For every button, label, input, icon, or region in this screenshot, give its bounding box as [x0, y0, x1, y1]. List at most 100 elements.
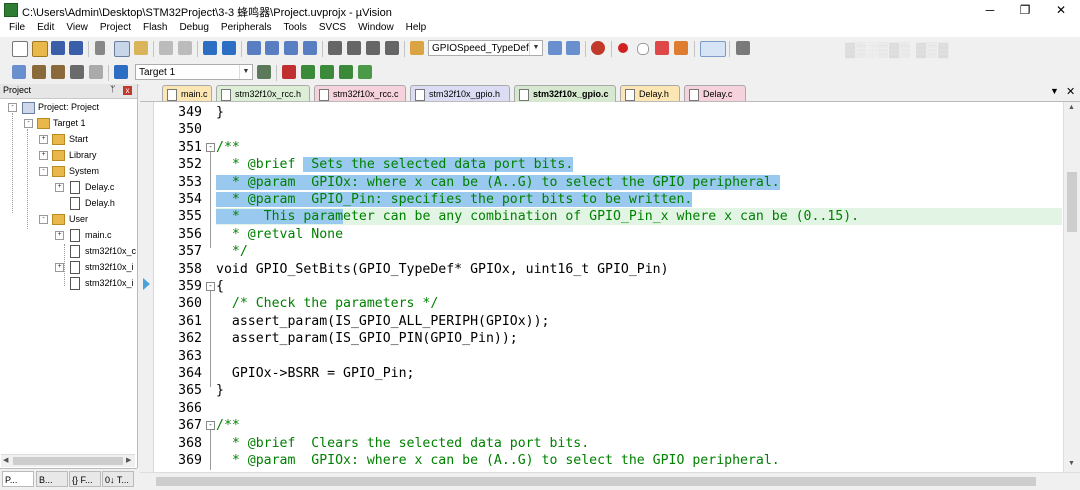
uncomment-icon[interactable]	[385, 41, 399, 55]
code-line-359[interactable]: {	[216, 278, 224, 295]
scroll-thumb[interactable]	[1067, 172, 1077, 232]
editor-vertical-scrollbar[interactable]: ▲ ▼	[1063, 102, 1080, 472]
tab-templates[interactable]: 0↓ T...	[102, 471, 134, 487]
unindent-icon[interactable]	[347, 41, 361, 55]
save-icon[interactable]	[51, 41, 65, 55]
expand-icon[interactable]: +	[55, 183, 64, 192]
manage-project-items-icon[interactable]	[301, 65, 315, 79]
chevron-down-icon[interactable]: ▼	[239, 65, 252, 79]
clear-bookmarks-icon[interactable]	[303, 41, 317, 55]
next-bookmark-icon[interactable]	[284, 41, 298, 55]
project-horizontal-scrollbar[interactable]: ◀ ▶	[1, 454, 135, 467]
pin-icon[interactable]: ᛘ	[110, 84, 115, 94]
comment-icon[interactable]	[366, 41, 380, 55]
save-all-icon[interactable]	[69, 41, 83, 55]
code-line-353[interactable]: * @param GPIOx: where x can be (A..G) to…	[216, 174, 780, 191]
copy-icon[interactable]	[114, 41, 130, 57]
bookmark-icon[interactable]	[247, 41, 261, 55]
close-panel-icon[interactable]: x	[123, 86, 132, 95]
scroll-up-icon[interactable]: ▲	[1068, 104, 1075, 111]
find-icon[interactable]	[548, 41, 562, 55]
indent-icon[interactable]	[328, 41, 342, 55]
close-window-button[interactable]: ✕	[1046, 1, 1076, 19]
code-line-361[interactable]: assert_param(IS_GPIO_ALL_PERIPH(GPIOx));	[216, 313, 550, 330]
tab-delay-h[interactable]: Delay.h	[620, 85, 680, 101]
code-line-355[interactable]: * This parameter can be any combination …	[216, 208, 859, 225]
maximize-button[interactable]: ❐	[1010, 1, 1040, 19]
editor-horizontal-scrollbar[interactable]	[140, 472, 1080, 490]
expand-icon[interactable]: +	[39, 151, 48, 160]
menu-window[interactable]: Window	[352, 20, 400, 33]
target-combo[interactable]: Target 1 ▼	[135, 64, 253, 80]
expand-icon[interactable]: +	[55, 231, 64, 240]
redo-icon[interactable]	[178, 41, 192, 55]
code-line-349[interactable]: }	[216, 104, 224, 121]
open-file-icon[interactable]	[32, 41, 48, 57]
collapse-icon[interactable]: -	[39, 167, 48, 176]
menu-file[interactable]: File	[0, 20, 31, 33]
fold-toggle-icon[interactable]: -	[206, 143, 215, 152]
run-time-environment-icon[interactable]	[358, 65, 372, 79]
code-line-358[interactable]: void GPIO_SetBits(GPIO_TypeDef* GPIOx, u…	[216, 261, 669, 278]
menu-debug[interactable]: Debug	[173, 20, 214, 33]
menu-svcs[interactable]: SVCS	[313, 20, 352, 33]
scroll-down-icon[interactable]: ▼	[1068, 460, 1075, 467]
tab-stm32f10x-gpio-h[interactable]: stm32f10x_gpio.h	[410, 85, 510, 101]
manage-components-icon[interactable]	[282, 65, 296, 79]
tab-project[interactable]: P...	[2, 471, 34, 487]
find-in-files-icon[interactable]	[410, 41, 424, 55]
scroll-thumb[interactable]	[156, 477, 1036, 486]
find-combo[interactable]: GPIOSpeed_TypeDef ▼	[428, 40, 543, 56]
rebuild-icon[interactable]	[51, 65, 65, 79]
build-icon[interactable]	[32, 65, 46, 79]
code-line-351[interactable]: /**	[216, 139, 240, 156]
code-line-367[interactable]: /**	[216, 417, 240, 434]
menu-view[interactable]: View	[60, 20, 94, 33]
code-line-352[interactable]: * @brief Sets the selected data port bit…	[216, 156, 574, 173]
scroll-thumb[interactable]	[13, 457, 123, 465]
minimize-button[interactable]: ─	[975, 1, 1005, 19]
disable-breakpoint-icon[interactable]	[637, 43, 649, 55]
fold-toggle-icon[interactable]: -	[206, 421, 215, 430]
target-options-icon[interactable]	[257, 65, 271, 79]
translate-icon[interactable]	[12, 65, 26, 79]
code-line-356[interactable]: * @retval None	[216, 226, 343, 243]
menu-edit[interactable]: Edit	[31, 20, 60, 33]
code-line-364[interactable]: GPIOx->BSRR = GPIO_Pin;	[216, 365, 415, 382]
select-packs-icon[interactable]	[320, 65, 334, 79]
kill-all-breakpoints-icon[interactable]	[674, 41, 688, 55]
pack-installer-icon[interactable]	[339, 65, 353, 79]
incremental-find-icon[interactable]	[566, 41, 580, 55]
tab-stm32f10x-rcc-h[interactable]: stm32f10x_rcc.h	[216, 85, 310, 101]
kill-breakpoints-icon[interactable]	[655, 41, 669, 55]
tab-stm32f10x-gpio-c[interactable]: stm32f10x_gpio.c	[514, 85, 616, 102]
collapse-icon[interactable]: -	[24, 119, 33, 128]
tab-books[interactable]: B...	[36, 471, 68, 487]
breakpoint-icon[interactable]	[618, 43, 628, 53]
stop-build-icon[interactable]	[89, 65, 103, 79]
prev-bookmark-icon[interactable]	[265, 41, 279, 55]
close-tab-icon[interactable]: ✕	[1066, 85, 1075, 98]
window-layout-icon[interactable]	[700, 41, 726, 57]
breakpoint-gutter[interactable]	[140, 102, 154, 472]
collapse-icon[interactable]: -	[39, 215, 48, 224]
tab-delay-c[interactable]: Delay.c	[684, 85, 746, 101]
configure-icon[interactable]	[736, 41, 750, 55]
menu-flash[interactable]: Flash	[137, 20, 173, 33]
code-line-354[interactable]: * @param GPIO_Pin: specifies the port bi…	[216, 191, 693, 208]
download-icon[interactable]	[114, 65, 128, 79]
code-line-369[interactable]: * @param GPIOx: where x can be (A..G) to…	[216, 452, 780, 469]
menu-peripherals[interactable]: Peripherals	[215, 20, 278, 33]
navigate-back-icon[interactable]	[203, 41, 217, 55]
batch-build-icon[interactable]	[70, 65, 84, 79]
chevron-down-icon[interactable]: ▼	[529, 41, 542, 55]
debug-session-icon[interactable]	[591, 41, 605, 55]
cut-icon[interactable]	[95, 41, 105, 55]
code-line-362[interactable]: assert_param(IS_GPIO_PIN(GPIO_Pin));	[216, 330, 518, 347]
code-line-357[interactable]: */	[216, 243, 248, 260]
collapse-icon[interactable]: -	[8, 103, 17, 112]
tab-functions[interactable]: {} F...	[69, 471, 101, 487]
menu-project[interactable]: Project	[94, 20, 137, 33]
tab-stm32f10x-rcc-c[interactable]: stm32f10x_rcc.c	[314, 85, 406, 101]
expand-icon[interactable]: +	[39, 135, 48, 144]
